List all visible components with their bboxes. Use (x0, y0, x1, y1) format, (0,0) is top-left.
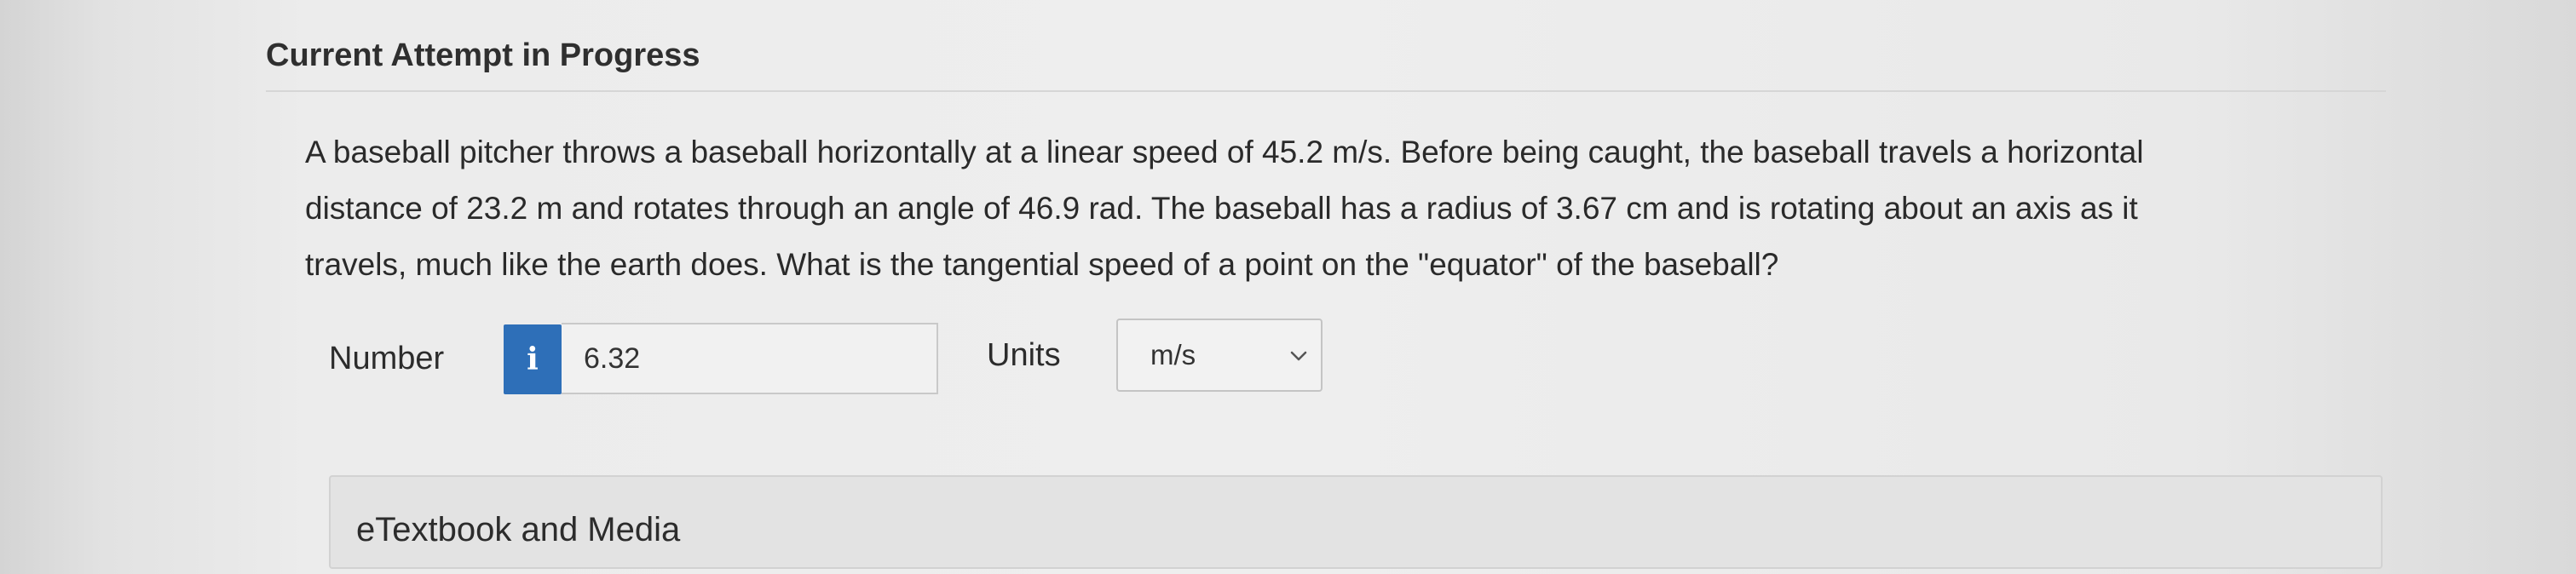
units-selected-value: m/s (1150, 339, 1196, 370)
chevron-down-icon (1290, 351, 1307, 361)
question-text: A baseball pitcher throws a baseball hor… (305, 124, 2367, 293)
question-line: distance of 23.2 m and rotates through a… (305, 191, 2138, 226)
number-label: Number (329, 341, 445, 376)
question-line: travels, much like the earth does. What … (305, 247, 1779, 282)
info-icon: i (527, 342, 539, 377)
section-divider (266, 90, 2386, 92)
etextbook-and-media-panel[interactable]: eTextbook and Media (329, 475, 2383, 569)
question-line: A baseball pitcher throws a baseball hor… (305, 135, 2144, 169)
units-label: Units (987, 337, 1061, 373)
number-input[interactable] (562, 323, 938, 394)
section-title: Current Attempt in Progress (266, 37, 700, 73)
units-select[interactable]: m/s (1116, 319, 1323, 392)
etextbook-and-media-label: eTextbook and Media (356, 511, 681, 548)
info-button[interactable]: i (504, 324, 562, 394)
question-page: Current Attempt in Progress A baseball p… (0, 0, 2576, 574)
